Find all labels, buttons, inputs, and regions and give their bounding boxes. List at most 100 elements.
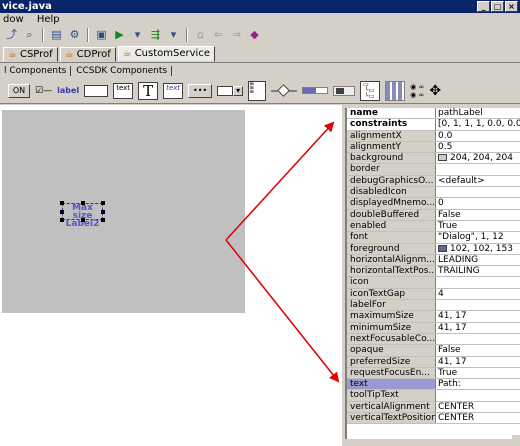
property-row[interactable]: labelFor [347,300,520,312]
bookmark-icon[interactable]: ◆ [247,28,262,42]
resize-handle[interactable] [60,201,64,205]
property-row[interactable]: horizontalTextPos... TRAILING [347,266,520,278]
palette-checkbox[interactable]: ☑— [35,86,52,96]
property-row[interactable]: maximumSize 41, 17 [347,311,520,323]
property-row[interactable]: alignmentY 0.5 [347,141,520,154]
selected-label-component[interactable]: Max size Label2 [60,201,105,229]
palette-togglebutton[interactable]: ON [8,83,30,98]
property-value[interactable] [436,333,520,345]
property-row[interactable]: enabled True [347,220,520,233]
tab-cdprof[interactable]: ☕ CDProf [59,47,116,62]
find-icon[interactable]: ⌕ [22,28,37,42]
property-row[interactable]: background 204, 204, 204 [347,153,520,165]
palette-scrollbar[interactable] [333,85,356,96]
tab-ccsdk-components[interactable]: CCSDK Components [74,66,173,76]
property-value[interactable]: 0.0 [436,130,520,141]
property-value[interactable]: TRAILING [436,266,520,277]
property-value[interactable]: False [436,209,520,220]
resize-handle[interactable] [81,218,85,222]
property-value[interactable]: True [436,220,520,232]
home-icon[interactable]: ⌂ [193,28,208,42]
property-value[interactable]: 102, 102, 153 [436,243,520,254]
palette-combobox[interactable]: ▾ [217,85,244,96]
design-surface[interactable]: Max size Label2 [2,110,245,313]
property-value[interactable]: 0.5 [436,141,520,153]
property-row[interactable]: foreground 102, 102, 153 [347,243,520,255]
resize-handle[interactable] [101,201,105,205]
property-row[interactable]: doubleBuffered False [347,209,520,221]
property-value[interactable]: 204, 204, 204 [436,153,520,164]
property-row[interactable]: disabledIcon [347,187,520,199]
property-value[interactable]: CENTER [436,401,520,413]
property-row[interactable]: text Path: [347,379,520,391]
palette-label[interactable]: label [57,86,79,95]
resize-handle[interactable] [101,210,105,214]
property-value[interactable]: 41, 17 [436,322,520,333]
property-value[interactable]: pathLabel [436,108,520,119]
property-value[interactable] [436,300,520,311]
property-row[interactable]: constraints [0, 1, 1, 1, 0.0, 0.0 [347,119,520,131]
build-icon[interactable]: ⚙ [67,28,82,42]
palette-passwordfield[interactable]: ••• [188,83,213,98]
resize-handle[interactable] [101,218,105,222]
property-value[interactable] [436,187,520,198]
property-value[interactable]: LEADING [436,254,520,266]
palette-textfield[interactable] [84,84,109,97]
palette-textarea[interactable]: text [163,82,184,99]
property-value[interactable]: Path: [436,379,520,390]
property-row[interactable]: requestFocusEn... True [347,367,520,380]
property-row[interactable]: minimumSize 41, 17 [347,322,520,334]
palette-progressbar[interactable] [302,87,329,94]
palette-textfield-text[interactable]: text [113,82,134,99]
property-row[interactable]: preferredSize 41, 17 [347,356,520,368]
back-icon[interactable]: ⇐ [211,28,226,42]
resize-handle[interactable] [81,201,85,205]
tab-customservice[interactable]: ☕ CustomService [117,46,215,62]
property-row[interactable]: opaque False [347,345,520,357]
property-value[interactable]: 41, 17 [436,356,520,367]
maximize-button[interactable]: □ [491,1,504,12]
palette-list[interactable]: ≡ ≡ ≡ [248,80,267,101]
tab-csprof[interactable]: ☕ CSProf [3,47,58,62]
property-row[interactable]: nextFocusableCo... [347,333,520,346]
property-row[interactable]: verticalAlignment CENTER [347,401,520,414]
property-row[interactable]: alignmentX 0.0 [347,130,520,142]
property-row[interactable]: iconTextGap 4 [347,288,520,301]
property-value[interactable]: CENTER [436,413,520,424]
property-value[interactable]: "Dialog", 1, 12 [436,232,520,243]
property-row[interactable]: horizontalAlignm... LEADING [347,254,520,267]
property-value[interactable]: 0 [436,198,520,209]
menu-help[interactable]: Help [37,14,60,25]
property-value[interactable]: <default> [436,175,520,187]
property-row[interactable]: displayedMnemo... 0 [347,198,520,210]
property-value[interactable]: [0, 1, 1, 1, 0.0, 0.0 [436,119,520,130]
property-value[interactable]: False [436,345,520,356]
palette-textpane[interactable]: T [138,81,159,100]
forward-icon[interactable]: ⇒ [229,28,244,42]
property-row[interactable]: name pathLabel [347,108,520,120]
menu-window[interactable]: dow [3,14,24,25]
property-row[interactable]: toolTipText [347,390,520,402]
dropdown-icon[interactable]: ▾ [166,28,181,42]
resize-handle[interactable] [60,218,64,222]
property-row[interactable]: font "Dialog", 1, 12 [347,232,520,244]
minimize-button[interactable]: _ [477,1,490,12]
resize-handle[interactable] [60,210,64,214]
tab-components[interactable]: l Components [2,66,72,76]
binoculars-icon[interactable]: ▤ [49,28,64,42]
run-icon[interactable]: ▶ [112,28,127,42]
property-row[interactable]: debugGraphicsO... <default> [347,175,520,188]
property-row[interactable]: verticalTextPosition CENTER [347,413,520,425]
palette-radio-group[interactable]: ◉ ∞ ◉ ∞ [410,83,424,99]
palette-slider[interactable] [271,83,298,97]
property-row[interactable]: border [347,164,520,176]
property-value[interactable] [436,277,520,288]
palette-tree[interactable]: ▭ └▭ └▭ [360,80,381,101]
property-value[interactable]: 4 [436,288,520,300]
close-button[interactable]: × [505,1,518,12]
property-value[interactable]: True [436,367,520,379]
move-arrows-icon[interactable]: ✥ [429,83,441,99]
open-icon[interactable]: ⤴ [4,28,19,42]
property-value[interactable] [436,390,520,401]
property-value[interactable] [436,164,520,175]
